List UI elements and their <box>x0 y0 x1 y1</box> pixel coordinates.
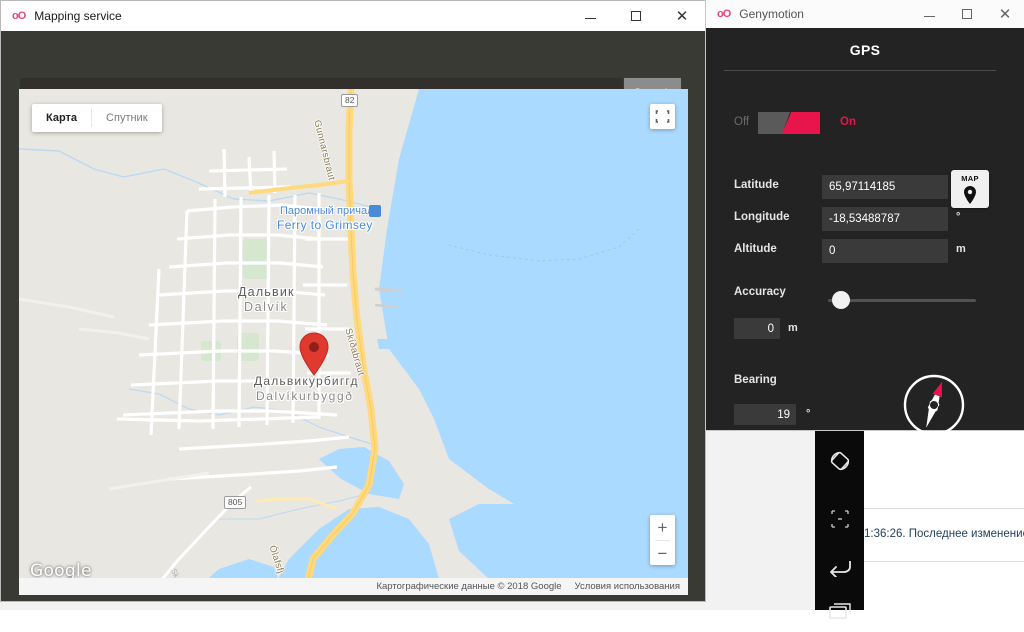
map-attribution-text: Картографические данные © 2018 Google <box>376 581 562 592</box>
open-map-button[interactable]: MAP <box>951 170 989 208</box>
rotate-icon <box>830 451 849 471</box>
android-toolbar <box>815 418 864 619</box>
gps-panel: GPS Off On Latitude ° Longitude ° <box>706 28 1024 436</box>
accuracy-label: Accuracy <box>734 286 786 298</box>
recents-button[interactable] <box>815 590 864 632</box>
longitude-unit: ° <box>956 211 961 223</box>
screenshot-icon <box>830 510 849 528</box>
bearing-label: Bearing <box>734 374 777 386</box>
background-window-divider-2 <box>845 561 1024 562</box>
bearing-input[interactable] <box>734 404 796 425</box>
rotate-button[interactable] <box>815 440 864 482</box>
mapping-service-titlebar[interactable]: oO Mapping service ✕ <box>1 1 705 31</box>
fullscreen-icon <box>655 110 670 123</box>
map-attribution-bar: Картографические данные © 2018 Google Ус… <box>19 578 688 595</box>
altitude-input[interactable] <box>822 239 948 263</box>
zoom-out-button[interactable]: − <box>650 541 675 566</box>
window-controls: ✕ <box>567 1 705 31</box>
maximize-button[interactable] <box>613 1 659 31</box>
gps-toggle-switch[interactable] <box>758 112 820 134</box>
genymotion-logo-icon: oO <box>717 8 731 20</box>
genymotion-titlebar[interactable]: oO Genymotion ✕ <box>706 0 1024 28</box>
search-toolbar: Search <box>1 31 705 108</box>
accuracy-input[interactable] <box>734 318 780 339</box>
longitude-input[interactable] <box>822 207 948 231</box>
bearing-unit: ° <box>806 408 811 420</box>
zoom-in-button[interactable]: + <box>650 515 675 540</box>
genymotion-minimize-button[interactable] <box>910 0 948 28</box>
genymotion-maximize-button[interactable] <box>948 0 986 28</box>
accuracy-unit: m <box>788 322 798 334</box>
genymotion-close-button[interactable]: ✕ <box>986 0 1024 28</box>
gps-title-divider <box>724 70 996 71</box>
gps-toggle-on-label: On <box>840 116 856 128</box>
maximize-icon <box>962 9 972 19</box>
latitude-label: Latitude <box>734 179 779 191</box>
altitude-row: Altitude m <box>734 239 994 263</box>
longitude-row: Longitude ° <box>734 207 994 231</box>
map-type-switcher: Карта Спутник <box>32 104 162 132</box>
gps-toggle-off-label: Off <box>734 116 750 128</box>
close-button[interactable]: ✕ <box>659 1 705 31</box>
accuracy-slider-knob[interactable] <box>832 291 850 309</box>
map-canvas[interactable]: Карта Спутник + − Дальвик Dalvík Дальвик… <box>19 89 688 595</box>
map-zoom-controls: + − <box>650 515 675 565</box>
recents-icon <box>828 603 851 619</box>
background-window-text: а 21:36:26. Последнее изменение: Вла <box>848 528 1024 540</box>
back-button[interactable] <box>815 546 864 588</box>
minimize-icon <box>923 16 935 17</box>
map-type-tab-map[interactable]: Карта <box>32 104 91 132</box>
compass-needle-icon[interactable] <box>902 373 966 437</box>
maximize-icon <box>631 11 641 21</box>
map-type-tab-satellite[interactable]: Спутник <box>92 104 161 132</box>
screenshot-button[interactable] <box>815 498 864 540</box>
window-title: Mapping service <box>34 9 122 23</box>
altitude-unit: m <box>956 243 966 255</box>
accuracy-slider-track[interactable] <box>828 299 976 302</box>
mapping-service-window: oO Mapping service ✕ Search <box>0 0 706 602</box>
fullscreen-button[interactable] <box>650 104 675 129</box>
road-shield-805: 805 <box>224 496 247 509</box>
latitude-input[interactable] <box>822 175 948 199</box>
map-graphics <box>19 89 688 595</box>
gps-toggle-row: Off On <box>706 108 1024 138</box>
minimize-button[interactable] <box>567 1 613 31</box>
genymotion-window: oO Genymotion ✕ GPS Off On Latitude 65,9… <box>706 0 1024 436</box>
map-pin-icon <box>964 186 976 204</box>
genymotion-window-controls: ✕ <box>910 0 1024 28</box>
map-button-label: MAP <box>961 174 979 183</box>
map-terms-link[interactable]: Условия использования <box>575 581 680 592</box>
altitude-label: Altitude <box>734 243 777 255</box>
road-shield-82: 82 <box>341 94 359 107</box>
longitude-label: Longitude <box>734 211 790 223</box>
location-pin-icon[interactable] <box>297 331 331 377</box>
genymotion-logo-icon: oO <box>12 10 26 22</box>
desktop-background: а 21:36:26. Последнее изменение: Вла oO … <box>0 0 1024 619</box>
genymotion-window-title: Genymotion <box>739 7 804 21</box>
back-icon <box>829 561 851 577</box>
gps-section-title: GPS <box>849 42 881 58</box>
minimize-icon <box>584 18 596 19</box>
background-window-divider <box>845 508 1024 509</box>
